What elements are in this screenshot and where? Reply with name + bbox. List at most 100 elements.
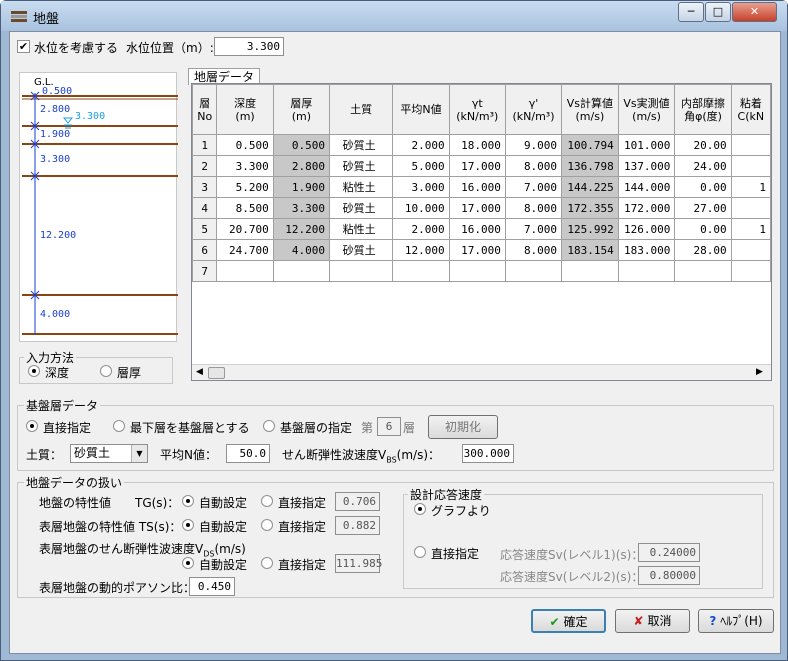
- maximize-button[interactable]: □: [705, 2, 731, 22]
- table-cell[interactable]: 0.500: [216, 134, 274, 156]
- table-cell[interactable]: 砂質土: [328, 155, 394, 177]
- table-cell[interactable]: 100.794: [561, 134, 619, 156]
- vds-input[interactable]: 111.985: [335, 554, 382, 573]
- table-cell[interactable]: 12.200: [272, 218, 330, 240]
- avg-n-input[interactable]: 50.0: [226, 444, 270, 463]
- response-graph-radio[interactable]: [414, 503, 426, 515]
- table-cell[interactable]: [561, 260, 619, 282]
- table-row[interactable]: 1 0.500 0.500 砂質土 2.000 18.000 9.000 100.794 101…: [192, 134, 771, 156]
- table-cell[interactable]: 3.300: [272, 197, 330, 219]
- table-cell[interactable]: 137.000: [617, 155, 676, 177]
- table-cell[interactable]: 粘性土: [328, 218, 394, 240]
- table-cell[interactable]: 砂質土: [328, 197, 394, 219]
- table-row[interactable]: 2 3.300 2.800 砂質土 5.000 17.000 8.000 136.798 137…: [192, 155, 771, 177]
- table-cell[interactable]: 17.000: [448, 155, 506, 177]
- table-cell[interactable]: [730, 260, 771, 282]
- table-cell[interactable]: 20.700: [216, 218, 274, 240]
- ts-auto-radio[interactable]: [182, 519, 194, 531]
- table-row[interactable]: 4 8.500 3.300 砂質土 10.000 17.000 8.000 172.355 17…: [192, 197, 771, 219]
- table-row[interactable]: 5 20.700 12.200 粘性土 2.000 16.000 7.000 125.992 1…: [192, 218, 771, 240]
- table-cell[interactable]: 砂質土: [328, 239, 394, 261]
- table-cell[interactable]: [392, 260, 450, 282]
- sv1-input[interactable]: 0.24000: [638, 543, 700, 562]
- water-consider-checkbox[interactable]: ✔: [17, 40, 30, 53]
- table-cell[interactable]: 3.000: [392, 176, 450, 198]
- vbs-input[interactable]: 300.000: [462, 444, 514, 463]
- table-cell[interactable]: [730, 197, 771, 219]
- table-cell[interactable]: 12.000: [392, 239, 450, 261]
- ok-button[interactable]: ✔ 確定: [531, 609, 606, 633]
- ts-direct-radio[interactable]: [261, 519, 273, 531]
- table-cell[interactable]: 1: [730, 218, 771, 240]
- table-cell[interactable]: 183.000: [617, 239, 676, 261]
- table-cell[interactable]: 砂質土: [328, 134, 394, 156]
- table-cell[interactable]: 20.00: [674, 134, 732, 156]
- table-row[interactable]: 6 24.700 4.000 砂質土 12.000 17.000 8.000 183.154 1…: [192, 239, 771, 261]
- table-cell[interactable]: 172.000: [617, 197, 676, 219]
- table-cell[interactable]: 5.200: [216, 176, 274, 198]
- table-cell[interactable]: 24.00: [674, 155, 732, 177]
- scroll-thumb[interactable]: [208, 367, 225, 379]
- table-cell[interactable]: [674, 260, 732, 282]
- water-position-input[interactable]: 3.300: [214, 37, 284, 56]
- table-cell[interactable]: 粘性土: [328, 176, 394, 198]
- table-cell[interactable]: 7.000: [504, 218, 563, 240]
- table-cell[interactable]: 24.700: [216, 239, 274, 261]
- table-cell[interactable]: 144.225: [561, 176, 619, 198]
- table-cell[interactable]: 10.000: [392, 197, 450, 219]
- table-cell[interactable]: 1: [730, 176, 771, 198]
- table-cell[interactable]: 2.800: [272, 155, 330, 177]
- table-cell[interactable]: 0.00: [674, 176, 732, 198]
- table-cell[interactable]: [272, 260, 330, 282]
- table-cell[interactable]: 2.000: [392, 134, 450, 156]
- init-button[interactable]: 初期化: [428, 415, 498, 439]
- table-cell[interactable]: 8.000: [504, 239, 563, 261]
- soil-select[interactable]: 砂質土 ▼: [70, 444, 148, 463]
- base-layer-number-input[interactable]: 6: [377, 417, 401, 436]
- base-lowest-radio[interactable]: [113, 420, 125, 432]
- table-cell[interactable]: 18.000: [448, 134, 506, 156]
- table-cell[interactable]: 136.798: [561, 155, 619, 177]
- scroll-right-icon[interactable]: ▶: [756, 367, 763, 377]
- thickness-radio[interactable]: [100, 365, 112, 377]
- sv2-input[interactable]: 0.80000: [638, 566, 700, 585]
- depth-radio[interactable]: [28, 365, 40, 377]
- tg-auto-radio[interactable]: [182, 495, 194, 507]
- table-cell[interactable]: 0.00: [674, 218, 732, 240]
- table-cell[interactable]: 17.000: [448, 239, 506, 261]
- horizontal-scrollbar[interactable]: ◀ ▶: [192, 364, 771, 380]
- table-cell[interactable]: 126.000: [617, 218, 676, 240]
- table-cell[interactable]: 9.000: [504, 134, 563, 156]
- table-cell[interactable]: [617, 260, 676, 282]
- chevron-down-icon[interactable]: ▼: [131, 445, 147, 462]
- table-cell[interactable]: 5.000: [392, 155, 450, 177]
- table-cell[interactable]: 8.000: [504, 197, 563, 219]
- tg-direct-radio[interactable]: [261, 495, 273, 507]
- table-cell[interactable]: 172.355: [561, 197, 619, 219]
- table-cell[interactable]: [504, 260, 563, 282]
- scroll-left-icon[interactable]: ◀: [196, 367, 203, 377]
- table-cell[interactable]: 144.000: [617, 176, 676, 198]
- table-row[interactable]: 3 5.200 1.900 粘性土 3.000 16.000 7.000 144.225 144…: [192, 176, 771, 198]
- help-button[interactable]: ? ﾍﾙﾌﾟ(H): [698, 609, 774, 633]
- vds-auto-radio[interactable]: [182, 557, 194, 569]
- table-cell[interactable]: [730, 239, 771, 261]
- ts-input[interactable]: 0.882: [335, 516, 380, 535]
- table-cell[interactable]: [730, 155, 771, 177]
- table-cell[interactable]: 125.992: [561, 218, 619, 240]
- base-specify-radio[interactable]: [263, 420, 275, 432]
- response-direct-radio[interactable]: [414, 546, 426, 558]
- table-cell[interactable]: 27.00: [674, 197, 732, 219]
- table-cell[interactable]: 183.154: [561, 239, 619, 261]
- base-direct-radio[interactable]: [26, 420, 38, 432]
- table-cell[interactable]: [216, 260, 274, 282]
- table-cell[interactable]: 1.900: [272, 176, 330, 198]
- table-cell[interactable]: 17.000: [448, 197, 506, 219]
- table-cell[interactable]: 16.000: [448, 176, 506, 198]
- table-cell[interactable]: 16.000: [448, 218, 506, 240]
- cancel-button[interactable]: ✘ 取消: [615, 609, 690, 633]
- table-cell[interactable]: 0.500: [272, 134, 330, 156]
- table-cell[interactable]: 8.000: [504, 155, 563, 177]
- table-cell[interactable]: 4.000: [272, 239, 330, 261]
- table-cell[interactable]: [730, 134, 771, 156]
